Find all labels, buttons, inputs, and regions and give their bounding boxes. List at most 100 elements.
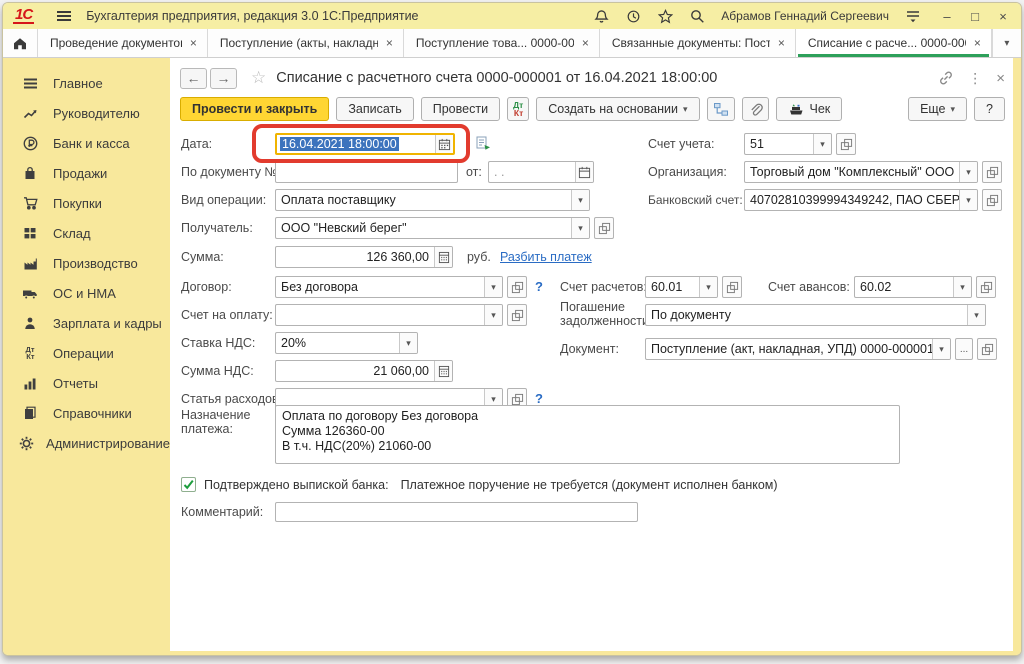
open-organization-button[interactable] — [982, 161, 1002, 183]
dropdown-icon[interactable]: ▾ — [967, 305, 985, 325]
current-user-name[interactable]: Абрамов Геннадий Сергеевич — [721, 9, 889, 23]
confirmed-checkbox[interactable] — [181, 477, 196, 492]
sidebar-item-fixed-assets[interactable]: ОС и НМА — [3, 278, 170, 308]
related-documents-button[interactable] — [707, 97, 735, 121]
tabs-overflow-button[interactable]: ▾ — [992, 29, 1021, 57]
by-document-date-field[interactable]: . . — [488, 161, 594, 183]
dropdown-icon[interactable]: ▾ — [699, 277, 717, 297]
dropdown-icon[interactable]: ▾ — [484, 305, 502, 325]
sidebar-item-administration[interactable]: Администрирование — [3, 428, 170, 458]
linked-document-icon[interactable] — [475, 135, 492, 157]
payment-purpose-textarea[interactable]: Оплата по договору Без договора Сумма 12… — [275, 405, 900, 464]
dropdown-icon[interactable]: ▾ — [571, 190, 589, 210]
close-tab-icon[interactable]: × — [776, 36, 787, 50]
contract-field[interactable]: Без договора ▾ — [275, 276, 503, 298]
maximize-button[interactable]: □ — [965, 7, 985, 25]
post-button[interactable]: Провести — [421, 97, 500, 121]
close-tab-icon[interactable]: × — [580, 36, 591, 50]
open-contract-button[interactable] — [507, 276, 527, 298]
sidebar-item-bank-cash[interactable]: Банк и касса — [3, 128, 170, 158]
create-based-on-button[interactable]: Создать на основании ▾ — [536, 97, 699, 121]
dropdown-icon[interactable]: ▾ — [813, 134, 831, 154]
sidebar-item-operations[interactable]: ДтКт Операции — [3, 338, 170, 368]
bank-account-field[interactable]: 40702810399994349242, ПАО СБЕРБАНК ▾ — [744, 189, 978, 211]
sidebar-item-warehouse[interactable]: Склад — [3, 218, 170, 248]
close-window-button[interactable]: × — [993, 7, 1013, 25]
tab-receipts-acts[interactable]: Поступление (акты, накладные... × — [208, 29, 404, 57]
debt-repayment-field[interactable]: По документу ▾ — [645, 304, 986, 326]
sidebar-item-purchases[interactable]: Покупки — [3, 188, 170, 218]
open-advance-account-button[interactable] — [976, 276, 996, 298]
sidebar-item-manager[interactable]: Руководителю — [3, 98, 170, 128]
sidebar-item-main[interactable]: Главное — [3, 68, 170, 98]
service-menu-icon[interactable] — [904, 7, 922, 25]
forward-button[interactable]: → — [210, 68, 237, 89]
favorites-star-icon[interactable] — [656, 7, 674, 25]
vat-amount-field[interactable]: 21 060,00 — [275, 360, 453, 382]
dropdown-icon[interactable]: ▾ — [571, 218, 589, 238]
open-invoice-button[interactable] — [507, 304, 527, 326]
show-postings-dtkt-button[interactable]: ДтКт — [507, 97, 529, 121]
post-and-close-button[interactable]: Провести и закрыть — [180, 97, 329, 121]
sidebar-item-salary-hr[interactable]: Зарплата и кадры — [3, 308, 170, 338]
history-icon[interactable] — [624, 7, 642, 25]
comment-field[interactable] — [275, 502, 638, 522]
open-bank-account-button[interactable] — [982, 189, 1002, 211]
tab-home[interactable] — [3, 29, 38, 57]
get-link-icon[interactable] — [938, 70, 954, 86]
dropdown-icon[interactable]: ▾ — [959, 190, 977, 210]
calendar-icon[interactable] — [575, 162, 593, 182]
notifications-bell-icon[interactable] — [592, 7, 610, 25]
calculator-icon[interactable] — [434, 247, 452, 267]
sidebar-item-reports[interactable]: Отчеты — [3, 368, 170, 398]
tab-goods-receipt[interactable]: Поступление това... 0000-000001 × — [404, 29, 600, 57]
save-button[interactable]: Записать — [336, 97, 413, 121]
close-tab-icon[interactable]: × — [384, 36, 395, 50]
calendar-icon[interactable] — [435, 135, 453, 153]
sidebar-item-production[interactable]: Производство — [3, 248, 170, 278]
back-button[interactable]: ← — [180, 68, 207, 89]
tab-related-documents[interactable]: Связанные документы: Поступ... × — [600, 29, 796, 57]
payee-field[interactable]: ООО "Невский берег" ▾ — [275, 217, 590, 239]
open-account-button[interactable] — [836, 133, 856, 155]
organization-field[interactable]: Торговый дом "Комплексный" ООО ▾ — [744, 161, 978, 183]
operation-kind-field[interactable]: Оплата поставщику ▾ — [275, 189, 590, 211]
attachments-button[interactable] — [742, 97, 769, 121]
close-tab-icon[interactable]: × — [972, 36, 983, 50]
dropdown-icon[interactable]: ▾ — [399, 333, 417, 353]
main-menu-icon[interactable] — [55, 7, 73, 25]
date-field[interactable]: 16.04.2021 18:00:00 — [275, 133, 455, 155]
invoice-field[interactable]: ▾ — [275, 304, 503, 326]
expense-item-help-icon[interactable]: ? — [535, 391, 543, 406]
calculator-icon[interactable] — [434, 361, 452, 381]
more-menu-icon[interactable]: ⋮ — [968, 70, 982, 87]
tab-document-posting[interactable]: Проведение документов × — [38, 29, 208, 57]
help-button[interactable]: ? — [974, 97, 1005, 121]
amount-field[interactable]: 126 360,00 — [275, 246, 453, 268]
open-payee-button[interactable] — [594, 217, 614, 239]
settlement-account-field[interactable]: 60.01 ▾ — [645, 276, 718, 298]
sidebar-item-sales[interactable]: Продажи — [3, 158, 170, 188]
more-actions-button[interactable]: Еще ▾ — [908, 97, 967, 121]
search-icon[interactable] — [688, 7, 706, 25]
by-document-number-field[interactable] — [275, 161, 458, 183]
choose-document-button[interactable]: ... — [955, 338, 973, 360]
minimize-button[interactable]: – — [937, 7, 957, 25]
vat-rate-field[interactable]: 20% ▾ — [275, 332, 418, 354]
dropdown-icon[interactable]: ▾ — [959, 162, 977, 182]
open-settlement-account-button[interactable] — [722, 276, 742, 298]
account-field[interactable]: 51 ▾ — [744, 133, 832, 155]
tab-bank-writeoff-active[interactable]: Списание с расче... 0000-000001 × — [796, 29, 992, 57]
check-receipt-button[interactable]: Чек — [776, 97, 843, 121]
contract-help-icon[interactable]: ? — [535, 279, 543, 294]
close-form-icon[interactable]: × — [996, 70, 1005, 87]
dropdown-icon[interactable]: ▾ — [953, 277, 971, 297]
advance-account-field[interactable]: 60.02 ▾ — [854, 276, 972, 298]
close-tab-icon[interactable]: × — [188, 36, 199, 50]
dropdown-icon[interactable]: ▾ — [932, 339, 950, 359]
sidebar-item-directories[interactable]: Справочники — [3, 398, 170, 428]
base-document-field[interactable]: Поступление (акт, накладная, УПД) 0000-0… — [645, 338, 951, 360]
dropdown-icon[interactable]: ▾ — [484, 277, 502, 297]
favorite-star-icon[interactable]: ☆ — [251, 68, 266, 88]
split-payment-link[interactable]: Разбить платеж — [500, 250, 592, 264]
